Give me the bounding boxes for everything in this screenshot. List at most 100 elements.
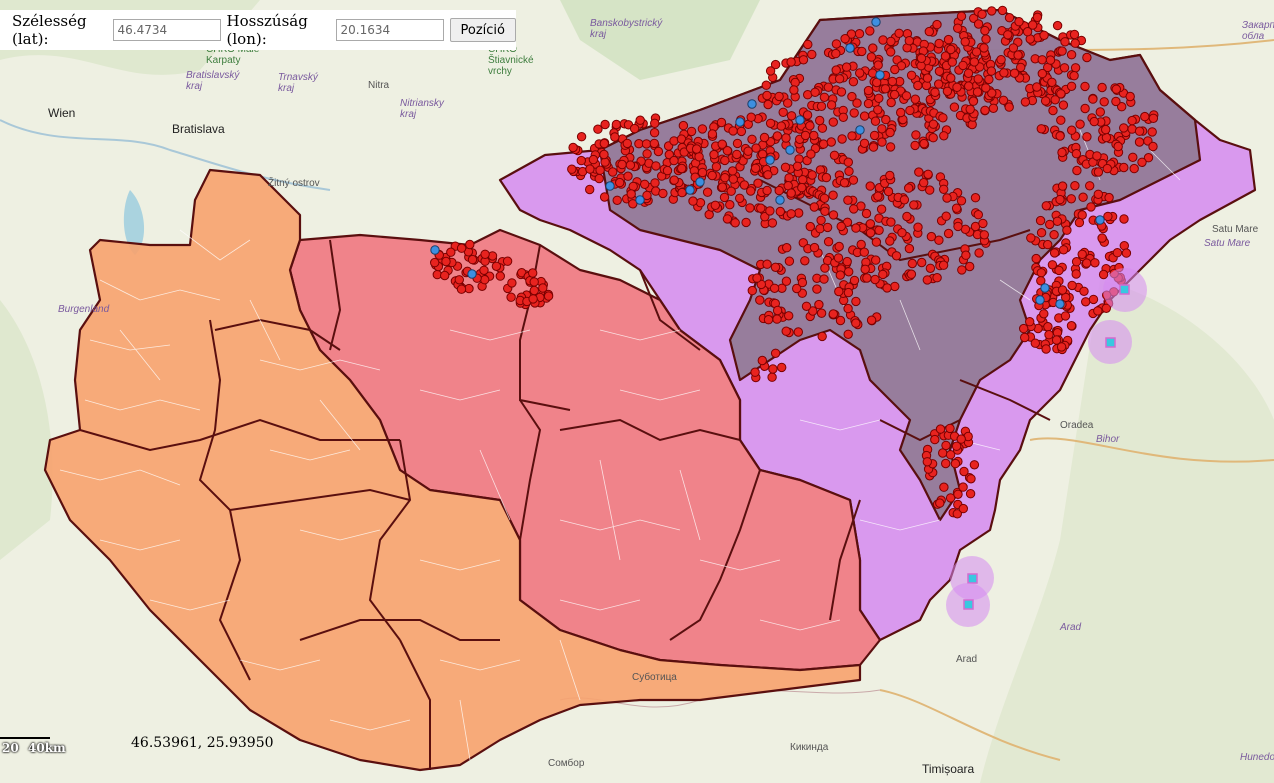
red-marker[interactable] — [1148, 141, 1158, 152]
red-marker[interactable] — [809, 202, 819, 212]
red-marker[interactable] — [615, 177, 625, 188]
red-marker[interactable] — [747, 285, 757, 296]
red-marker[interactable] — [859, 138, 870, 149]
red-marker[interactable] — [987, 6, 997, 16]
red-marker[interactable] — [454, 275, 464, 285]
red-marker[interactable] — [1086, 202, 1096, 212]
red-marker[interactable] — [1019, 323, 1029, 334]
red-marker[interactable] — [728, 126, 738, 136]
red-marker[interactable] — [1052, 216, 1063, 227]
red-marker[interactable] — [650, 118, 660, 129]
blue-marker[interactable] — [1035, 295, 1045, 305]
red-marker[interactable] — [959, 466, 969, 477]
red-marker[interactable] — [1089, 116, 1099, 127]
red-marker[interactable] — [669, 175, 679, 185]
red-marker[interactable] — [956, 11, 967, 21]
red-marker[interactable] — [752, 273, 762, 283]
red-marker[interactable] — [928, 119, 939, 129]
red-marker[interactable] — [979, 43, 989, 53]
red-marker[interactable] — [1044, 330, 1054, 340]
red-marker[interactable] — [876, 204, 887, 214]
red-marker[interactable] — [786, 209, 796, 219]
red-marker[interactable] — [780, 162, 791, 173]
red-marker[interactable] — [1140, 111, 1150, 122]
red-marker[interactable] — [1060, 37, 1070, 47]
red-marker[interactable] — [910, 94, 920, 104]
red-marker[interactable] — [732, 149, 742, 160]
red-marker[interactable] — [1137, 157, 1147, 168]
red-marker[interactable] — [956, 434, 966, 444]
red-marker[interactable] — [909, 200, 919, 210]
red-marker[interactable] — [763, 170, 773, 180]
red-marker[interactable] — [585, 184, 595, 195]
red-marker[interactable] — [757, 355, 767, 366]
red-marker[interactable] — [996, 55, 1006, 65]
red-marker[interactable] — [709, 149, 719, 160]
red-marker[interactable] — [507, 278, 517, 288]
red-marker[interactable] — [968, 96, 979, 106]
red-marker[interactable] — [1112, 248, 1123, 258]
red-marker[interactable] — [456, 284, 467, 294]
red-marker[interactable] — [932, 273, 942, 283]
red-marker[interactable] — [736, 126, 747, 137]
red-marker[interactable] — [878, 269, 888, 280]
red-marker[interactable] — [949, 102, 960, 112]
red-marker[interactable] — [1066, 50, 1077, 60]
red-marker[interactable] — [1014, 17, 1024, 27]
red-marker[interactable] — [727, 166, 738, 176]
red-marker[interactable] — [963, 68, 974, 79]
red-marker[interactable] — [567, 164, 577, 174]
red-marker[interactable] — [852, 98, 862, 108]
red-marker[interactable] — [741, 217, 751, 228]
red-marker[interactable] — [585, 164, 595, 174]
red-marker[interactable] — [865, 228, 876, 238]
red-marker[interactable] — [866, 52, 877, 62]
red-marker[interactable] — [765, 206, 775, 216]
red-marker[interactable] — [843, 287, 854, 298]
red-marker[interactable] — [1071, 257, 1082, 267]
red-marker[interactable] — [726, 186, 736, 196]
blue-marker[interactable] — [871, 17, 881, 27]
red-marker[interactable] — [730, 218, 740, 228]
red-marker[interactable] — [934, 66, 945, 77]
red-marker[interactable] — [778, 107, 788, 118]
red-marker[interactable] — [997, 5, 1008, 16]
red-marker[interactable] — [612, 195, 622, 206]
red-marker[interactable] — [1097, 233, 1107, 243]
red-marker[interactable] — [430, 257, 440, 268]
blue-marker[interactable] — [695, 177, 705, 187]
red-marker[interactable] — [568, 142, 578, 153]
red-marker[interactable] — [829, 150, 840, 161]
blue-marker[interactable] — [1040, 283, 1050, 293]
red-marker[interactable] — [946, 44, 956, 55]
red-marker[interactable] — [1101, 124, 1111, 135]
red-marker[interactable] — [775, 206, 785, 217]
red-marker[interactable] — [480, 275, 490, 285]
red-marker[interactable] — [594, 173, 604, 184]
blue-marker[interactable] — [1055, 299, 1065, 309]
red-marker[interactable] — [847, 131, 857, 141]
red-marker[interactable] — [834, 74, 845, 84]
red-marker[interactable] — [947, 57, 957, 67]
red-marker[interactable] — [728, 174, 738, 184]
red-marker[interactable] — [626, 189, 636, 199]
red-marker[interactable] — [809, 242, 820, 253]
red-marker[interactable] — [707, 129, 718, 139]
red-marker[interactable] — [935, 498, 945, 508]
red-marker[interactable] — [720, 155, 730, 166]
red-marker[interactable] — [805, 121, 815, 131]
red-marker[interactable] — [1039, 309, 1049, 319]
blue-marker[interactable] — [685, 185, 695, 195]
red-marker[interactable] — [772, 305, 783, 316]
red-marker[interactable] — [953, 489, 963, 499]
red-marker[interactable] — [1032, 12, 1043, 22]
red-marker[interactable] — [1052, 20, 1063, 31]
red-marker[interactable] — [1080, 81, 1090, 92]
red-marker[interactable] — [817, 123, 828, 133]
red-marker[interactable] — [973, 19, 984, 29]
red-marker[interactable] — [1036, 228, 1047, 238]
red-marker[interactable] — [857, 46, 867, 57]
red-marker[interactable] — [759, 132, 770, 143]
red-marker[interactable] — [767, 218, 778, 228]
red-marker[interactable] — [786, 57, 796, 67]
